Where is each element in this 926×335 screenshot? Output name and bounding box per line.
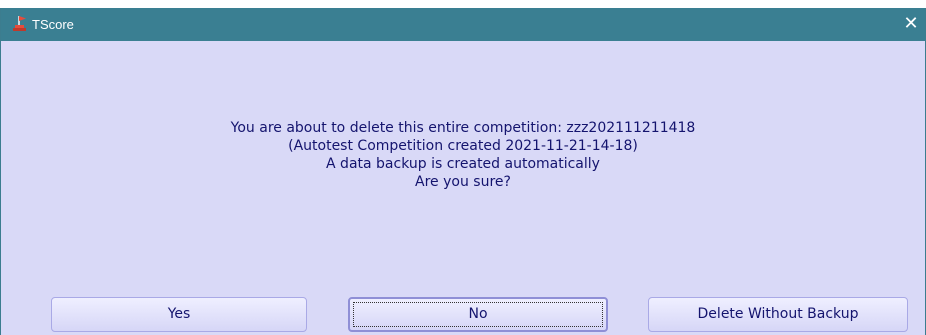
message-line: (Autotest Competition created 2021-11-21… — [288, 138, 638, 154]
dialog-window: TScore ✕ You are about to delete this en… — [0, 8, 926, 335]
window-title: TScore — [32, 17, 74, 32]
delete-without-backup-button[interactable]: Delete Without Backup — [648, 297, 908, 332]
yes-button[interactable]: Yes — [51, 297, 307, 332]
close-icon[interactable]: ✕ — [899, 11, 923, 37]
message-line: Are you sure? — [415, 174, 511, 190]
confirmation-message: You are about to delete this entire comp… — [1, 119, 925, 191]
message-line: A data backup is created automatically — [326, 156, 600, 172]
message-line: You are about to delete this entire comp… — [230, 120, 696, 136]
no-button-label: No — [468, 306, 488, 322]
no-button[interactable]: No — [348, 297, 608, 332]
title-bar[interactable]: TScore ✕ — [1, 8, 925, 41]
flag-icon — [13, 16, 26, 31]
